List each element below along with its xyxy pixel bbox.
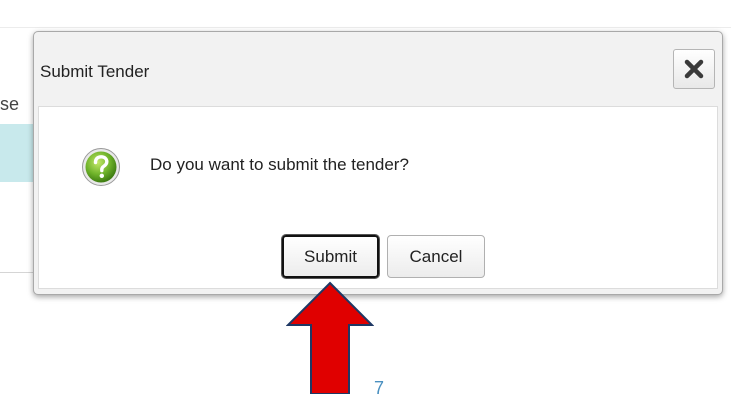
question-icon [82,148,120,186]
page: se 7 Submit Tender Do you want to submit… [0,0,731,394]
close-button[interactable] [673,49,715,89]
dialog-body: Do you want to submit the tender? Submit… [38,106,718,289]
submit-button[interactable]: Submit [282,235,379,278]
dialog-message: Do you want to submit the tender? [150,155,409,174]
background-partial-label: se [0,94,20,114]
background-page-number: 7 [374,378,385,394]
close-icon [684,59,704,79]
cancel-button[interactable]: Cancel [387,235,485,278]
red-arrow-annotation [286,281,374,394]
submit-tender-dialog: Submit Tender Do you want to submit the … [33,31,723,295]
dialog-title: Submit Tender [40,62,150,81]
background-divider-top [0,27,731,28]
